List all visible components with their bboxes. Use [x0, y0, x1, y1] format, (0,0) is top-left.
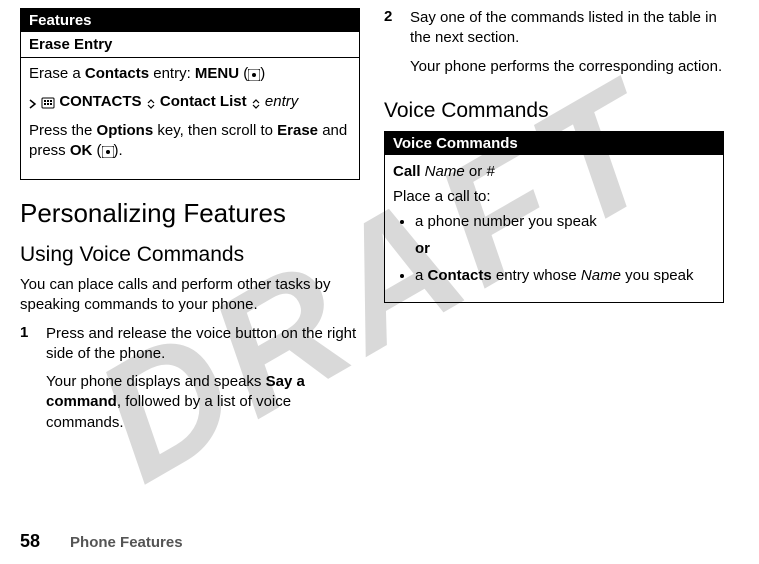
step-1: 1 Press and release the voice button on …: [20, 324, 360, 441]
left-column: Features Erase Entry Erase a Contacts en…: [20, 8, 360, 447]
step2-p1: Say one of the commands listed in the ta…: [410, 8, 724, 49]
txt: Your phone displays and speaks: [46, 373, 266, 390]
step-text: Press and release the voice button on th…: [46, 324, 360, 441]
vc-call-line: Call Name or #: [393, 161, 715, 182]
page-number: 58: [20, 531, 40, 552]
step-text: Say one of the commands listed in the ta…: [410, 8, 724, 85]
txt: CONTACTS: [59, 93, 141, 110]
intro-paragraph: You can place calls and perform other ta…: [20, 275, 360, 316]
page-footer: 58 Phone Features: [20, 531, 183, 552]
step-2: 2 Say one of the commands listed in the …: [384, 8, 724, 85]
vc-b2: a Contacts entry whose Name you speak: [415, 265, 715, 286]
page-content: Features Erase Entry Erase a Contacts en…: [0, 0, 759, 447]
personalizing-heading: Personalizing Features: [20, 198, 360, 229]
txt: entry:: [149, 65, 195, 82]
vc-bullets: a phone number you speak or a Contacts e…: [393, 211, 715, 286]
center-key-icon: [248, 69, 260, 81]
voice-commands-table: Voice Commands Call Name or # Place a ca…: [384, 131, 724, 303]
txt: #: [482, 163, 495, 180]
txt: Contacts: [85, 65, 149, 82]
txt: Name: [421, 163, 469, 180]
txt: entry whose: [492, 267, 581, 284]
center-key-icon: [102, 146, 114, 158]
txt: Erase: [277, 122, 318, 139]
step1-p2: Your phone displays and speaks Say a com…: [46, 372, 360, 433]
using-voice-heading: Using Voice Commands: [20, 243, 360, 267]
txt: Erase a: [29, 65, 85, 82]
erase-sequence: CONTACTS Contact List entry: [29, 92, 351, 112]
erase-entry-body: Erase a Contacts entry: MENU () CONTACTS…: [21, 58, 359, 179]
txt: MENU: [195, 65, 239, 82]
txt: or: [469, 163, 482, 180]
vc-body: Call Name or # Place a call to: a phone …: [385, 155, 723, 302]
vc-or: or: [415, 238, 715, 259]
txt: a phone number you speak: [415, 213, 597, 230]
txt: Name: [581, 267, 621, 284]
txt: OK: [70, 142, 93, 159]
vc-header: Voice Commands: [385, 132, 723, 155]
step2-p2: Your phone performs the corresponding ac…: [410, 57, 724, 77]
erase-line-2: Press the Options key, then scroll to Er…: [29, 121, 351, 162]
contacts-app-icon: [41, 97, 55, 109]
txt: entry: [265, 93, 298, 110]
txt: key, then scroll to: [153, 122, 277, 139]
vc-b1: a phone number you speak or: [415, 211, 715, 259]
txt: a: [415, 267, 428, 284]
voice-commands-heading: Voice Commands: [384, 99, 724, 123]
txt: Contacts: [428, 267, 492, 284]
scroll-icon: [146, 99, 156, 109]
txt: Press the: [29, 122, 97, 139]
erase-line-1: Erase a Contacts entry: MENU (): [29, 64, 351, 84]
txt: you speak: [621, 267, 694, 284]
txt: Call: [393, 163, 421, 180]
vc-place: Place a call to:: [393, 186, 715, 207]
features-header: Features: [21, 9, 359, 32]
footer-section-name: Phone Features: [70, 534, 183, 551]
txt: Options: [97, 122, 154, 139]
scroll-icon: [251, 99, 261, 109]
step-number: 2: [384, 8, 396, 85]
right-column: 2 Say one of the commands listed in the …: [384, 8, 724, 447]
erase-entry-subhead: Erase Entry: [21, 32, 359, 58]
step-number: 1: [20, 324, 32, 441]
arrow-right-icon: [29, 99, 37, 109]
txt: Contact List: [160, 93, 247, 110]
step1-p1: Press and release the voice button on th…: [46, 324, 360, 365]
features-table: Features Erase Entry Erase a Contacts en…: [20, 8, 360, 180]
